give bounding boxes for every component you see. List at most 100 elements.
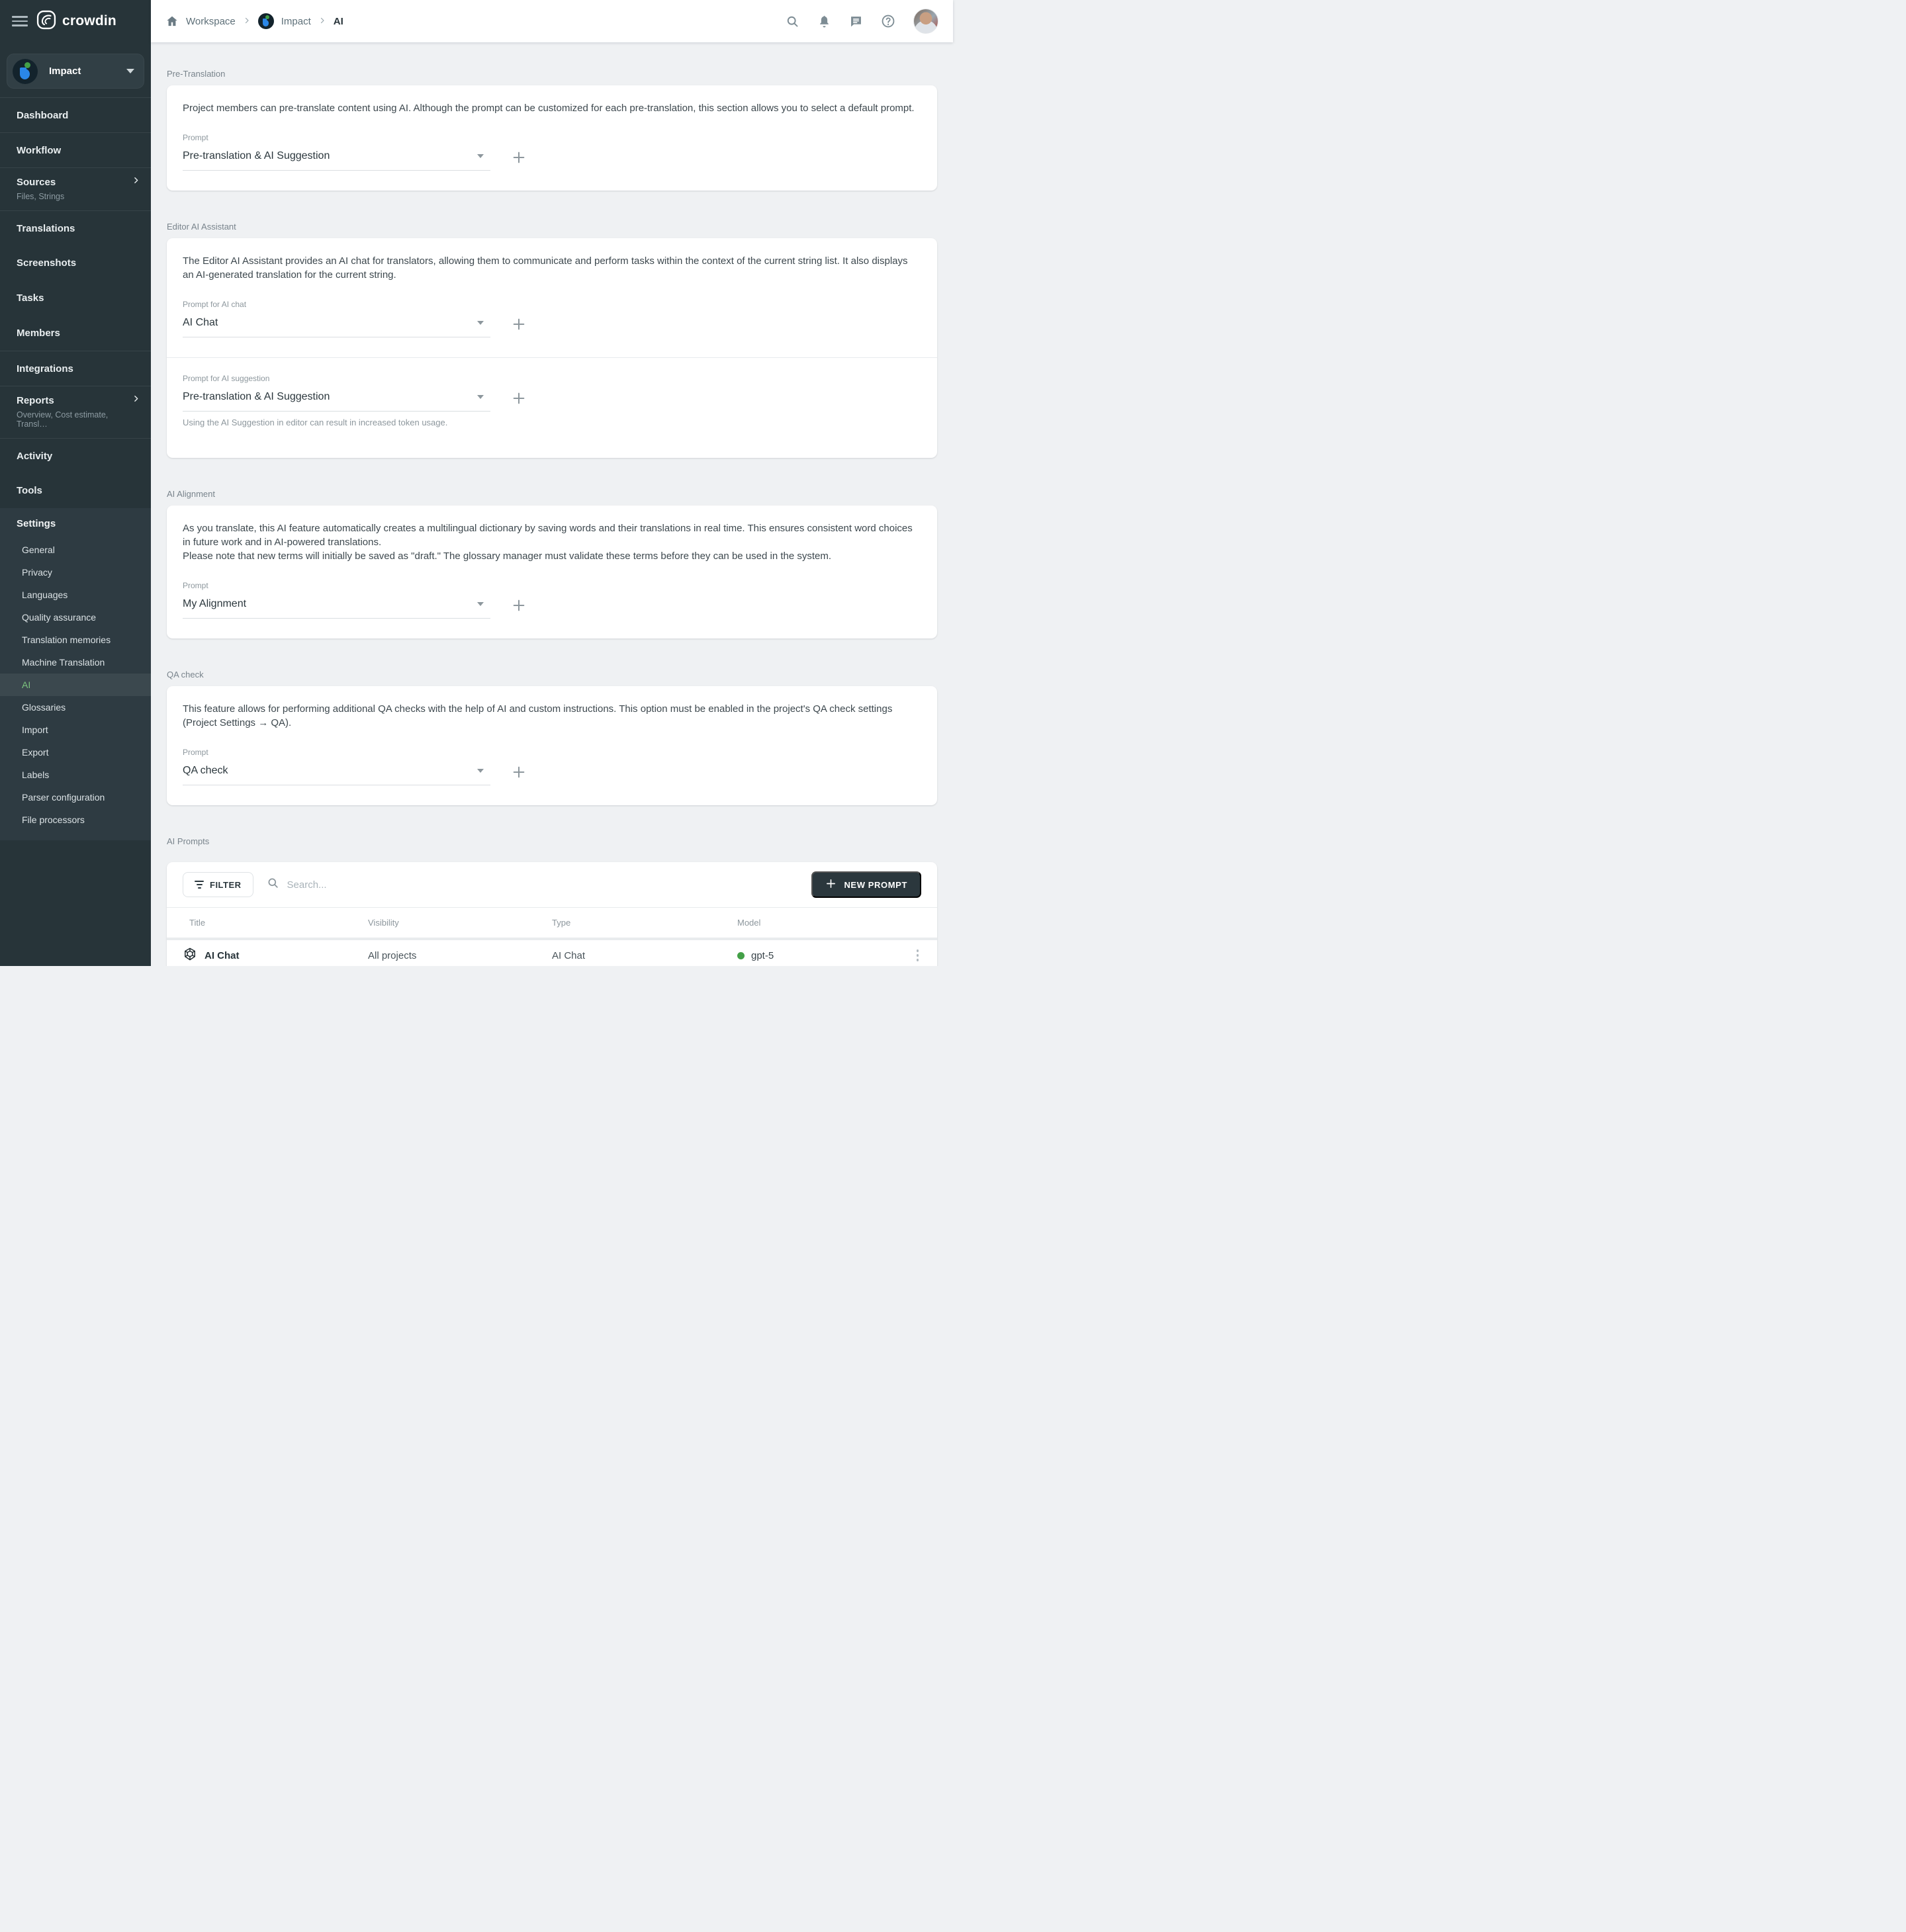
prompt-label: Prompt bbox=[183, 133, 921, 142]
new-prompt-button[interactable]: NEW PROMPT bbox=[811, 871, 921, 898]
column-model: Model bbox=[737, 918, 903, 928]
section-heading: Pre-Translation bbox=[167, 69, 937, 79]
prompt-label: Prompt for AI suggestion bbox=[183, 374, 921, 383]
sidebar-item-translation-memories[interactable]: Translation memories bbox=[0, 629, 151, 651]
sidebar-item-machine-translation[interactable]: Machine Translation bbox=[0, 651, 151, 674]
column-type: Type bbox=[552, 918, 737, 928]
sidebar-item-ai[interactable]: AI bbox=[0, 674, 151, 696]
add-prompt-button[interactable] bbox=[508, 313, 530, 335]
chevron-down-icon bbox=[126, 69, 134, 73]
prompt-label: Prompt bbox=[183, 581, 921, 590]
sidebar-item-quality-assurance[interactable]: Quality assurance bbox=[0, 606, 151, 629]
topbar: Workspace Impact AI bbox=[151, 0, 953, 42]
sidebar-item-sources[interactable]: Sources Files, Strings bbox=[0, 167, 151, 210]
qa-prompt-select[interactable]: QA check bbox=[183, 760, 490, 785]
sidebar-item-members[interactable]: Members bbox=[0, 316, 151, 351]
crowdin-logo[interactable]: crowdin bbox=[36, 10, 116, 33]
section-ai-prompts: AI Prompts FILTER bbox=[167, 836, 937, 966]
sidebar-item-tools[interactable]: Tools bbox=[0, 473, 151, 508]
sidebar-item-settings[interactable]: Settings bbox=[0, 508, 151, 539]
search-input[interactable] bbox=[287, 879, 799, 891]
help-icon[interactable] bbox=[881, 14, 895, 28]
row-menu-kebab-icon[interactable] bbox=[914, 947, 922, 964]
sidebar-settings-section: Settings General Privacy Languages Quali… bbox=[0, 508, 151, 840]
sidebar-nav: Dashboard Workflow Sources Files, String… bbox=[0, 97, 151, 508]
alignment-prompt-select[interactable]: My Alignment bbox=[183, 593, 490, 619]
chevron-right-icon bbox=[132, 176, 140, 188]
section-ai-alignment: AI Alignment As you translate, this AI f… bbox=[167, 489, 937, 638]
project-avatar bbox=[13, 59, 38, 84]
sidebar-item-reports[interactable]: Reports Overview, Cost estimate, Transl… bbox=[0, 386, 151, 438]
filter-icon bbox=[195, 881, 204, 889]
breadcrumb-workspace[interactable]: Workspace bbox=[186, 16, 236, 27]
breadcrumb-separator-icon bbox=[243, 16, 251, 27]
section-pre-translation: Pre-Translation Project members can pre-… bbox=[167, 69, 937, 191]
section-editor-ai-assistant: Editor AI Assistant The Editor AI Assist… bbox=[167, 222, 937, 458]
sidebar-item-parser-configuration[interactable]: Parser configuration bbox=[0, 786, 151, 809]
chevron-down-icon bbox=[477, 769, 484, 773]
chevron-down-icon bbox=[477, 321, 484, 325]
search-icon bbox=[267, 877, 279, 893]
crowdin-logo-icon bbox=[36, 10, 56, 33]
prompt-visibility: All projects bbox=[368, 950, 552, 961]
column-visibility: Visibility bbox=[368, 918, 552, 928]
sidebar-item-languages[interactable]: Languages bbox=[0, 584, 151, 606]
sidebar-item-labels[interactable]: Labels bbox=[0, 764, 151, 786]
add-prompt-button[interactable] bbox=[508, 761, 530, 783]
main-area: Workspace Impact AI bbox=[151, 0, 953, 966]
sidebar-item-glossaries[interactable]: Glossaries bbox=[0, 696, 151, 719]
sidebar-item-export[interactable]: Export bbox=[0, 741, 151, 764]
sidebar-item-sublabel: Files, Strings bbox=[17, 192, 140, 201]
ai-prompts-table-card: FILTER NEW PROMPT bbox=[167, 862, 937, 966]
add-prompt-button[interactable] bbox=[508, 146, 530, 169]
add-prompt-button[interactable] bbox=[508, 387, 530, 410]
sidebar-item-translations[interactable]: Translations bbox=[0, 210, 151, 245]
sidebar-item-import[interactable]: Import bbox=[0, 719, 151, 741]
suggestion-helper-text: Using the AI Suggestion in editor can re… bbox=[183, 417, 921, 427]
home-icon[interactable] bbox=[165, 15, 179, 28]
breadcrumb-current-page: AI bbox=[334, 16, 343, 27]
project-name: Impact bbox=[49, 66, 81, 77]
section-description: Please note that new terms will initiall… bbox=[183, 549, 921, 563]
prompt-label: Prompt for AI chat bbox=[183, 300, 921, 309]
messages-icon[interactable] bbox=[849, 15, 863, 28]
notifications-bell-icon[interactable] bbox=[817, 15, 831, 28]
ai-chat-prompt-select[interactable]: AI Chat bbox=[183, 312, 490, 337]
brand-text: crowdin bbox=[62, 13, 116, 29]
chevron-down-icon bbox=[477, 154, 484, 158]
prompt-label: Prompt bbox=[183, 748, 921, 757]
search-icon[interactable] bbox=[786, 15, 799, 28]
chevron-right-icon bbox=[132, 394, 140, 406]
sidebar-item-tasks[interactable]: Tasks bbox=[0, 281, 151, 316]
pre-translation-prompt-select[interactable]: Pre-translation & AI Suggestion bbox=[183, 145, 490, 171]
add-prompt-button[interactable] bbox=[508, 594, 530, 617]
sidebar-item-dashboard[interactable]: Dashboard bbox=[0, 97, 151, 132]
page-content: Pre-Translation Project members can pre-… bbox=[151, 42, 953, 966]
breadcrumb-project-avatar[interactable] bbox=[258, 13, 274, 29]
user-avatar[interactable] bbox=[913, 9, 938, 34]
filter-button[interactable]: FILTER bbox=[183, 872, 253, 897]
table-row[interactable]: AI Chat All projects AI Chat gpt-5 bbox=[167, 938, 937, 966]
sidebar-item-screenshots[interactable]: Screenshots bbox=[0, 245, 151, 281]
prompt-type: AI Chat bbox=[552, 950, 737, 961]
section-heading: Editor AI Assistant bbox=[167, 222, 937, 232]
prompt-title: AI Chat bbox=[204, 950, 240, 961]
section-heading: QA check bbox=[167, 670, 937, 680]
sidebar-item-privacy[interactable]: Privacy bbox=[0, 561, 151, 584]
sidebar-header: crowdin bbox=[0, 0, 151, 42]
sidebar-item-workflow[interactable]: Workflow bbox=[0, 132, 151, 167]
column-title: Title bbox=[183, 918, 368, 928]
project-selector[interactable]: Impact bbox=[7, 54, 144, 89]
breadcrumb-project[interactable]: Impact bbox=[281, 16, 311, 27]
section-description: Project members can pre-translate conten… bbox=[183, 101, 921, 115]
section-heading: AI Prompts bbox=[167, 836, 937, 846]
ai-suggestion-prompt-select[interactable]: Pre-translation & AI Suggestion bbox=[183, 386, 490, 412]
prompts-toolbar: FILTER NEW PROMPT bbox=[167, 862, 937, 907]
sidebar-filler bbox=[0, 840, 151, 966]
sidebar-item-integrations[interactable]: Integrations bbox=[0, 351, 151, 386]
sidebar-item-file-processors[interactable]: File processors bbox=[0, 809, 151, 831]
menu-icon[interactable] bbox=[12, 13, 28, 29]
sidebar-item-activity[interactable]: Activity bbox=[0, 438, 151, 473]
sidebar-item-general[interactable]: General bbox=[0, 539, 151, 561]
section-description: The Editor AI Assistant provides an AI c… bbox=[183, 254, 921, 282]
